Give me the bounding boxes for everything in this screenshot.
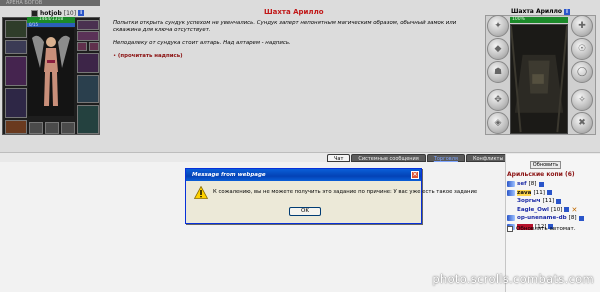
user-level: [11] bbox=[542, 198, 555, 205]
tab-chat[interactable]: Чат bbox=[327, 154, 351, 162]
user-name[interactable]: sef bbox=[517, 181, 527, 187]
battle-icon: ✕ bbox=[571, 205, 578, 214]
info-icon[interactable] bbox=[578, 215, 584, 221]
player-level: [10] bbox=[63, 9, 77, 17]
info-icon[interactable]: i bbox=[78, 10, 85, 16]
player-mana-bar: 0/15 bbox=[27, 23, 75, 27]
boots-slot[interactable] bbox=[77, 105, 99, 134]
gloves-slot[interactable] bbox=[77, 53, 99, 73]
story-paragraph: Неподалеку от сундука стоит алтарь. Над … bbox=[113, 40, 291, 46]
location-title: Шахта Арилло bbox=[264, 8, 324, 16]
ring-slot-2[interactable] bbox=[89, 42, 99, 51]
warning-icon bbox=[194, 186, 208, 199]
dialog-message: К сожалению, вы не можете получить это з… bbox=[213, 189, 478, 195]
ring-slot-1[interactable] bbox=[77, 42, 87, 51]
user-name[interactable]: Eagle_Owl bbox=[517, 207, 549, 213]
message-dialog: Message from webpage × К сожалению, вы н… bbox=[185, 168, 477, 224]
map-caption: Шахта Арилло i bbox=[511, 8, 570, 15]
bullet-icon: • bbox=[113, 53, 117, 59]
necklace-slot[interactable] bbox=[77, 31, 99, 41]
action-item: • (прочитать надпись) bbox=[113, 53, 473, 60]
armor-slot[interactable] bbox=[5, 88, 27, 118]
navigation-stone-6[interactable]: ✚ bbox=[571, 15, 593, 37]
tab-conflicts[interactable]: Конфликты bbox=[465, 154, 511, 162]
rank-icon bbox=[507, 215, 515, 222]
rank-icon bbox=[507, 181, 515, 188]
auto-refresh-label: Обновлять автомат. bbox=[516, 226, 576, 232]
shield-slot[interactable] bbox=[77, 75, 99, 103]
pocket-slot-3[interactable] bbox=[61, 122, 75, 134]
rank-icon bbox=[507, 189, 515, 196]
ok-button[interactable]: OK bbox=[289, 207, 321, 216]
navigation-stone-10[interactable]: ✖ bbox=[571, 112, 593, 134]
info-icon[interactable] bbox=[564, 207, 570, 213]
tab-system-messages[interactable]: Системные сообщения bbox=[351, 154, 426, 162]
player-name[interactable]: hotjob bbox=[40, 10, 62, 17]
read-inscription-link[interactable]: (прочитать надпись) bbox=[118, 53, 183, 59]
map-caption-label: Шахта Арилло bbox=[511, 8, 562, 15]
tab-trade[interactable]: Торговля bbox=[426, 154, 465, 162]
navigation-stone-7[interactable]: ☉ bbox=[571, 38, 593, 60]
game-banner: АРЕНА БОГОВ bbox=[0, 0, 100, 6]
auto-refresh-checkbox[interactable] bbox=[507, 226, 513, 232]
list-item: Eagle_Owl [10] ✕ bbox=[507, 206, 599, 215]
user-level: [10] bbox=[550, 206, 563, 213]
user-level: [8] bbox=[528, 181, 537, 188]
navigation-stone-9[interactable]: ✧ bbox=[571, 89, 593, 111]
info-icon[interactable] bbox=[546, 190, 552, 196]
navigation-stone-3[interactable]: ☗ bbox=[487, 61, 509, 83]
user-level: [11] bbox=[533, 189, 545, 196]
navigation-stone-2[interactable]: ◆ bbox=[487, 38, 509, 60]
story-text: Попытки открыть сундук успехом не увенча… bbox=[113, 20, 473, 60]
navigation-stone-1[interactable]: ✦ bbox=[487, 15, 509, 37]
info-icon[interactable] bbox=[556, 198, 562, 204]
watermark-text: photo.scrolls.combats.com bbox=[432, 272, 594, 286]
character-avatar bbox=[28, 28, 74, 116]
navigation-stone-4[interactable]: ✥ bbox=[487, 89, 509, 111]
user-level: [8] bbox=[568, 215, 577, 222]
online-location-title: Арильские копи (6) bbox=[507, 171, 575, 178]
navigation-stone-5[interactable]: ◈ bbox=[487, 112, 509, 134]
player-header: hotjob [10] i bbox=[31, 9, 85, 17]
map-hp-bar: 100% bbox=[510, 17, 568, 23]
list-item: Зоргыч [11] bbox=[507, 197, 599, 206]
helmet-slot[interactable] bbox=[5, 20, 27, 38]
list-item: op-unename-db [8] bbox=[507, 214, 599, 223]
clan-icon bbox=[31, 9, 38, 17]
online-user-list: sef [8] zava [11] Зоргыч [11] Eagle_Owl … bbox=[507, 180, 599, 231]
user-name[interactable]: zava bbox=[517, 189, 532, 196]
user-name[interactable]: Зоргыч bbox=[517, 198, 541, 204]
navigation-stone-8[interactable]: ◯ bbox=[571, 61, 593, 83]
pocket-slot-2[interactable] bbox=[45, 122, 59, 134]
chat-tabs: Чат Системные сообщения Торговля Конфлик… bbox=[327, 154, 511, 162]
weapon-slot[interactable] bbox=[5, 56, 27, 86]
info-icon[interactable]: i bbox=[564, 8, 570, 15]
auto-refresh-option: Обновлять автомат. bbox=[507, 226, 576, 232]
dialog-title: Message from webpage bbox=[186, 169, 421, 181]
earring-slot[interactable] bbox=[77, 20, 99, 30]
close-icon[interactable]: × bbox=[411, 171, 419, 179]
list-item: sef [8] bbox=[507, 180, 599, 189]
location-view[interactable] bbox=[510, 24, 568, 134]
belt-slot[interactable] bbox=[5, 120, 27, 134]
story-paragraph: Попытки открыть сундук успехом не увенча… bbox=[113, 20, 457, 33]
refresh-button[interactable]: Обновить bbox=[530, 161, 561, 169]
info-icon[interactable] bbox=[538, 181, 544, 187]
pocket-slot-1[interactable] bbox=[29, 122, 43, 134]
list-item: zava [11] bbox=[507, 189, 599, 198]
amulet-slot[interactable] bbox=[5, 40, 27, 54]
user-name[interactable]: op-unename-db bbox=[517, 215, 567, 221]
